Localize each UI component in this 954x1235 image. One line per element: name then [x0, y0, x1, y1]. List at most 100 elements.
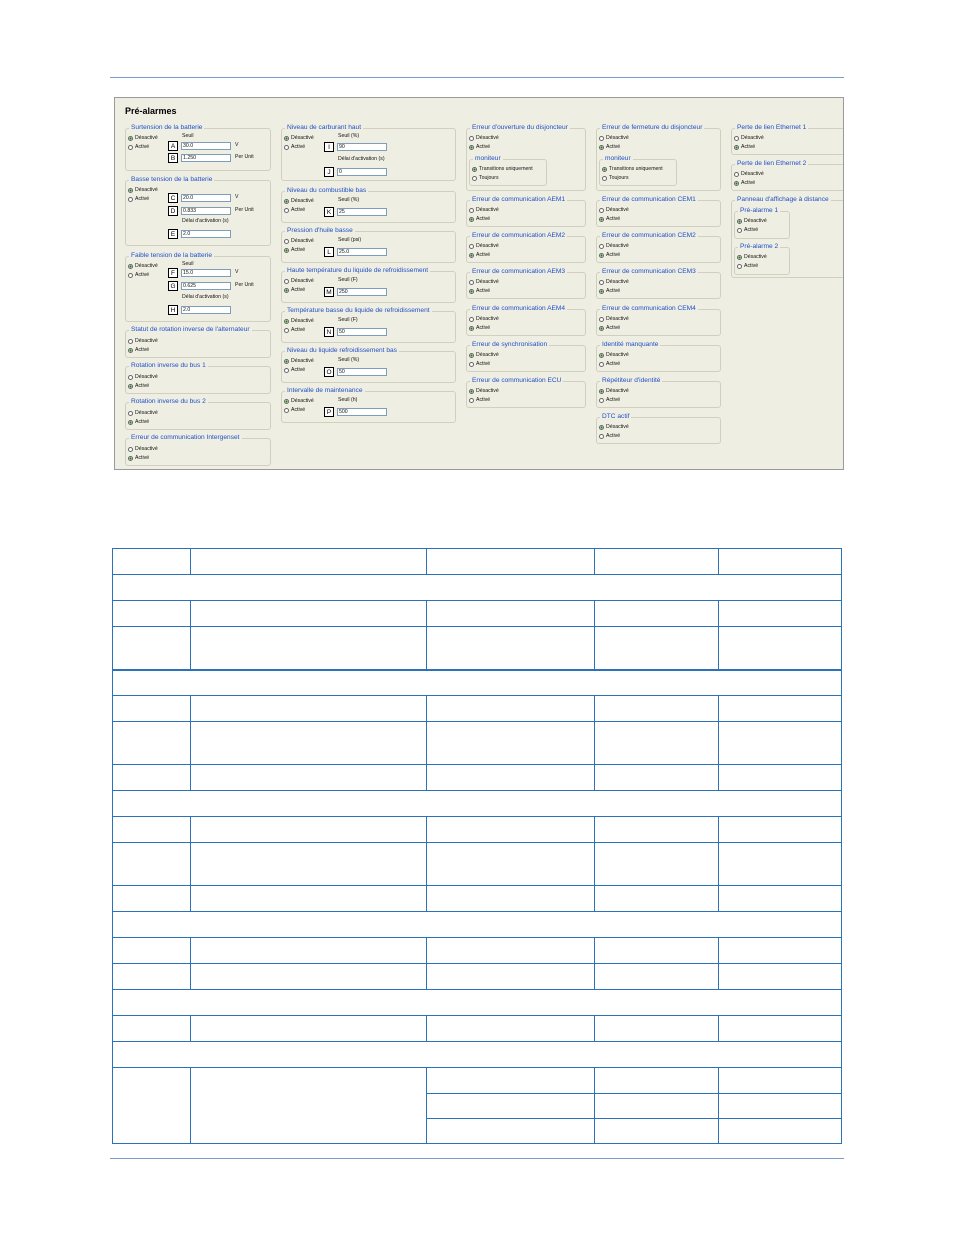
option-on[interactable]: Activé	[284, 367, 305, 374]
option-off[interactable]: Désactivé	[737, 254, 767, 261]
input-j[interactable]: 0	[337, 168, 387, 176]
option-on[interactable]: Activé	[599, 433, 620, 440]
option-off[interactable]: Désactivé	[737, 218, 767, 225]
option-on[interactable]: Activé	[284, 327, 305, 334]
group-ethernet1: Perte de lien Ethernet 1 Désactivé Activ…	[731, 123, 843, 155]
option-on[interactable]: Activé	[469, 325, 490, 332]
option-on[interactable]: Activé	[469, 216, 490, 223]
option-off[interactable]: Désactivé	[469, 316, 499, 323]
option-off[interactable]: Désactivé	[128, 410, 158, 417]
input-c[interactable]: 20.0	[181, 194, 231, 202]
option-off[interactable]: Désactivé	[599, 388, 629, 395]
group-ecu: Erreur de communication ECU Désactivé Ac…	[466, 376, 586, 408]
option-on[interactable]: Activé	[128, 196, 149, 203]
option-on[interactable]: Activé	[599, 361, 620, 368]
option-on[interactable]: Activé	[469, 144, 490, 151]
option-off[interactable]: Désactivé	[599, 243, 629, 250]
option-off[interactable]: Désactivé	[128, 135, 158, 142]
input-i[interactable]: 90	[337, 143, 387, 151]
option-off[interactable]: Désactivé	[284, 398, 314, 405]
option-on[interactable]: Activé	[284, 144, 305, 151]
option-off[interactable]: Désactivé	[128, 187, 158, 194]
option-on[interactable]: Activé	[599, 252, 620, 259]
option-off[interactable]: Désactivé	[284, 135, 314, 142]
option-off[interactable]: Désactivé	[128, 374, 158, 381]
input-n[interactable]: 50	[337, 328, 387, 336]
option-on[interactable]: Activé	[599, 216, 620, 223]
input-e[interactable]: 2.0	[181, 230, 231, 238]
option-off[interactable]: Désactivé	[599, 352, 629, 359]
option-on[interactable]: Activé	[469, 252, 490, 259]
bottom-rule	[110, 1158, 844, 1159]
group-dtc-actif: DTC actif Désactivé Activé	[596, 412, 721, 444]
option-on[interactable]: Activé	[284, 247, 305, 254]
option-toujours[interactable]: Toujours	[472, 175, 499, 182]
option-transitions[interactable]: Transitions uniquement	[602, 166, 663, 173]
option-off[interactable]: Désactivé	[599, 424, 629, 431]
option-on[interactable]: Activé	[469, 361, 490, 368]
input-p[interactable]: 500	[337, 408, 387, 416]
option-off[interactable]: Désactivé	[284, 278, 314, 285]
input-a[interactable]: 30.0	[181, 142, 231, 150]
option-on[interactable]: Activé	[284, 207, 305, 214]
option-off[interactable]: Désactivé	[128, 446, 158, 453]
option-off[interactable]: Désactivé	[128, 338, 158, 345]
option-on[interactable]: Activé	[469, 288, 490, 295]
group-cem4: Erreur de communication CEM4 Désactivé A…	[596, 304, 721, 336]
option-on[interactable]: Activé	[599, 288, 620, 295]
input-d[interactable]: 0.833	[181, 207, 231, 215]
option-on[interactable]: Activé	[284, 407, 305, 414]
input-o[interactable]: 50	[337, 368, 387, 376]
option-off[interactable]: Désactivé	[734, 171, 764, 178]
table-section-row	[112, 1041, 842, 1068]
table-section-row	[112, 574, 842, 601]
option-transitions[interactable]: Transitions uniquement	[472, 166, 533, 173]
option-on[interactable]: Activé	[128, 347, 149, 354]
option-on[interactable]: Activé	[284, 287, 305, 294]
option-off[interactable]: Désactivé	[599, 207, 629, 214]
input-k[interactable]: 25	[337, 208, 387, 216]
option-toujours[interactable]: Toujours	[602, 175, 629, 182]
option-on[interactable]: Activé	[128, 383, 149, 390]
table-row	[112, 937, 842, 964]
option-off[interactable]: Désactivé	[469, 243, 499, 250]
option-off[interactable]: Désactivé	[734, 135, 764, 142]
option-on[interactable]: Activé	[128, 144, 149, 151]
option-off[interactable]: Désactivé	[599, 316, 629, 323]
option-off[interactable]: Désactivé	[284, 318, 314, 325]
option-on[interactable]: Activé	[599, 325, 620, 332]
option-off[interactable]: Désactivé	[599, 135, 629, 142]
option-on[interactable]: Activé	[469, 397, 490, 404]
table-row	[112, 885, 842, 912]
table-row	[112, 1015, 842, 1042]
option-off[interactable]: Désactivé	[128, 263, 158, 270]
input-h[interactable]: 2.0	[181, 306, 231, 314]
option-off[interactable]: Désactivé	[284, 238, 314, 245]
table-section-row	[112, 911, 842, 938]
pre-alarm-panel: Pré-alarmes Surtension de la batterie Dé…	[114, 97, 844, 470]
input-f[interactable]: 15.0	[181, 269, 231, 277]
option-on[interactable]: Activé	[734, 180, 755, 187]
option-off[interactable]: Désactivé	[469, 135, 499, 142]
group-identite-manquante: Identité manquante Désactivé Activé	[596, 340, 721, 372]
option-off[interactable]: Désactivé	[469, 352, 499, 359]
group-faible-tension: Faible tension de la batterie Désactivé …	[125, 251, 271, 322]
input-g[interactable]: 0.625	[181, 282, 231, 290]
option-off[interactable]: Désactivé	[284, 198, 314, 205]
option-off[interactable]: Désactivé	[599, 279, 629, 286]
option-off[interactable]: Désactivé	[469, 388, 499, 395]
option-off[interactable]: Désactivé	[469, 207, 499, 214]
option-on[interactable]: Activé	[734, 144, 755, 151]
option-on[interactable]: Activé	[128, 419, 149, 426]
option-on[interactable]: Activé	[599, 144, 620, 151]
option-on[interactable]: Activé	[128, 455, 149, 462]
option-on[interactable]: Activé	[737, 227, 758, 234]
input-b[interactable]: 1.250	[181, 154, 231, 162]
option-on[interactable]: Activé	[737, 263, 758, 270]
input-m[interactable]: 250	[337, 288, 387, 296]
option-off[interactable]: Désactivé	[284, 358, 314, 365]
option-on[interactable]: Activé	[128, 272, 149, 279]
option-off[interactable]: Désactivé	[469, 279, 499, 286]
input-l[interactable]: 25.0	[337, 248, 387, 256]
option-on[interactable]: Activé	[599, 397, 620, 404]
